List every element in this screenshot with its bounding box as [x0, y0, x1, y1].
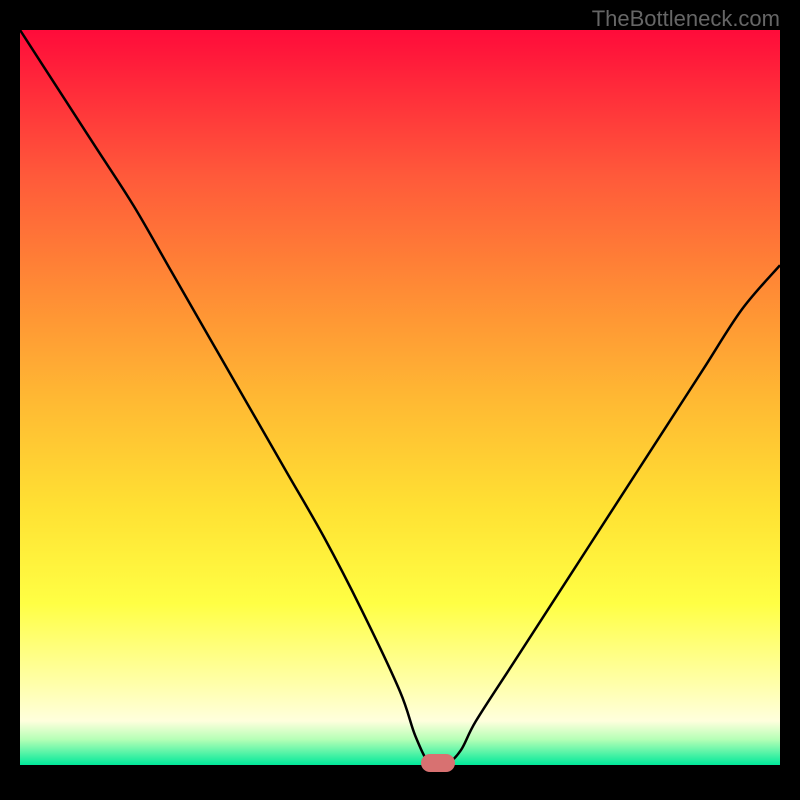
curve-path — [20, 30, 780, 765]
optimal-point-marker — [421, 754, 455, 772]
watermark-text: TheBottleneck.com — [592, 6, 780, 32]
plot-area — [20, 30, 780, 765]
bottleneck-curve — [20, 30, 780, 765]
